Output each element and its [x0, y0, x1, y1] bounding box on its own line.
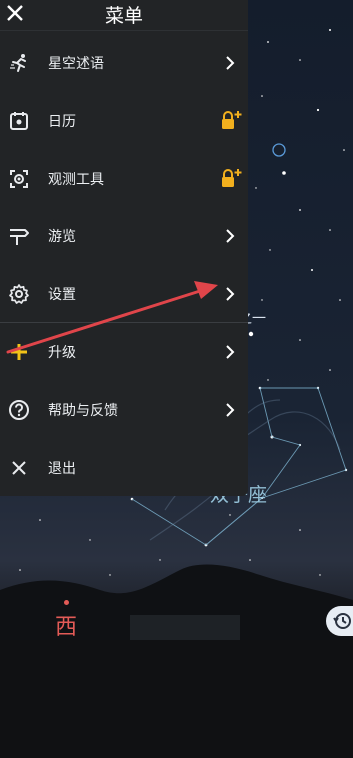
menu-header: 菜单: [0, 0, 248, 31]
runner-icon: [8, 52, 30, 74]
menu-item-calendar[interactable]: 日历: [0, 98, 248, 144]
help-icon: [8, 399, 30, 421]
menu-item-label: 日历: [48, 114, 76, 130]
lock-plus-icon: [222, 111, 242, 129]
side-menu: 菜单 星空述语 日历 观测工具 游览 设置 升级 帮助与反馈 退出: [0, 0, 248, 496]
menu-item-label: 升级: [48, 345, 76, 361]
menu-item-settings[interactable]: 设置: [0, 271, 248, 317]
signpost-icon: [8, 225, 30, 247]
chevron-right-icon: [226, 345, 235, 359]
menu-item-exit[interactable]: 退出: [0, 445, 248, 491]
menu-divider: [0, 322, 248, 323]
menu-item-label: 观测工具: [48, 172, 104, 188]
menu-item-label: 星空述语: [48, 56, 104, 72]
menu-item-label: 设置: [48, 287, 76, 303]
plus-icon: [8, 341, 30, 363]
chevron-right-icon: [226, 56, 235, 70]
menu-item-upgrade[interactable]: 升级: [0, 329, 248, 375]
direction-dot: [63, 600, 69, 605]
menu-item-label: 退出: [48, 461, 76, 477]
close-icon: [8, 457, 30, 479]
menu-item-observation-tools[interactable]: 观测工具: [0, 156, 248, 202]
menu-title: 菜单: [104, 5, 143, 27]
lock-plus-icon: [222, 169, 242, 187]
menu-item-help-feedback[interactable]: 帮助与反馈: [0, 387, 248, 433]
direction-label: 西: [54, 615, 77, 640]
chevron-right-icon: [226, 287, 235, 301]
menu-item-label: 帮助与反馈: [48, 403, 118, 419]
chevron-right-icon: [226, 403, 235, 417]
direction-marker-west: 西: [53, 600, 79, 641]
gear-icon: [8, 283, 30, 305]
menu-item-label: 游览: [48, 229, 76, 245]
observe-tool-icon: [8, 168, 30, 190]
time-history-button[interactable]: [326, 606, 353, 636]
menu-item-sky-tour[interactable]: 星空述语: [0, 40, 248, 86]
menu-item-tour[interactable]: 游览: [0, 213, 248, 259]
calendar-icon: [8, 110, 30, 132]
history-icon: [333, 613, 351, 629]
chevron-right-icon: [226, 229, 235, 243]
